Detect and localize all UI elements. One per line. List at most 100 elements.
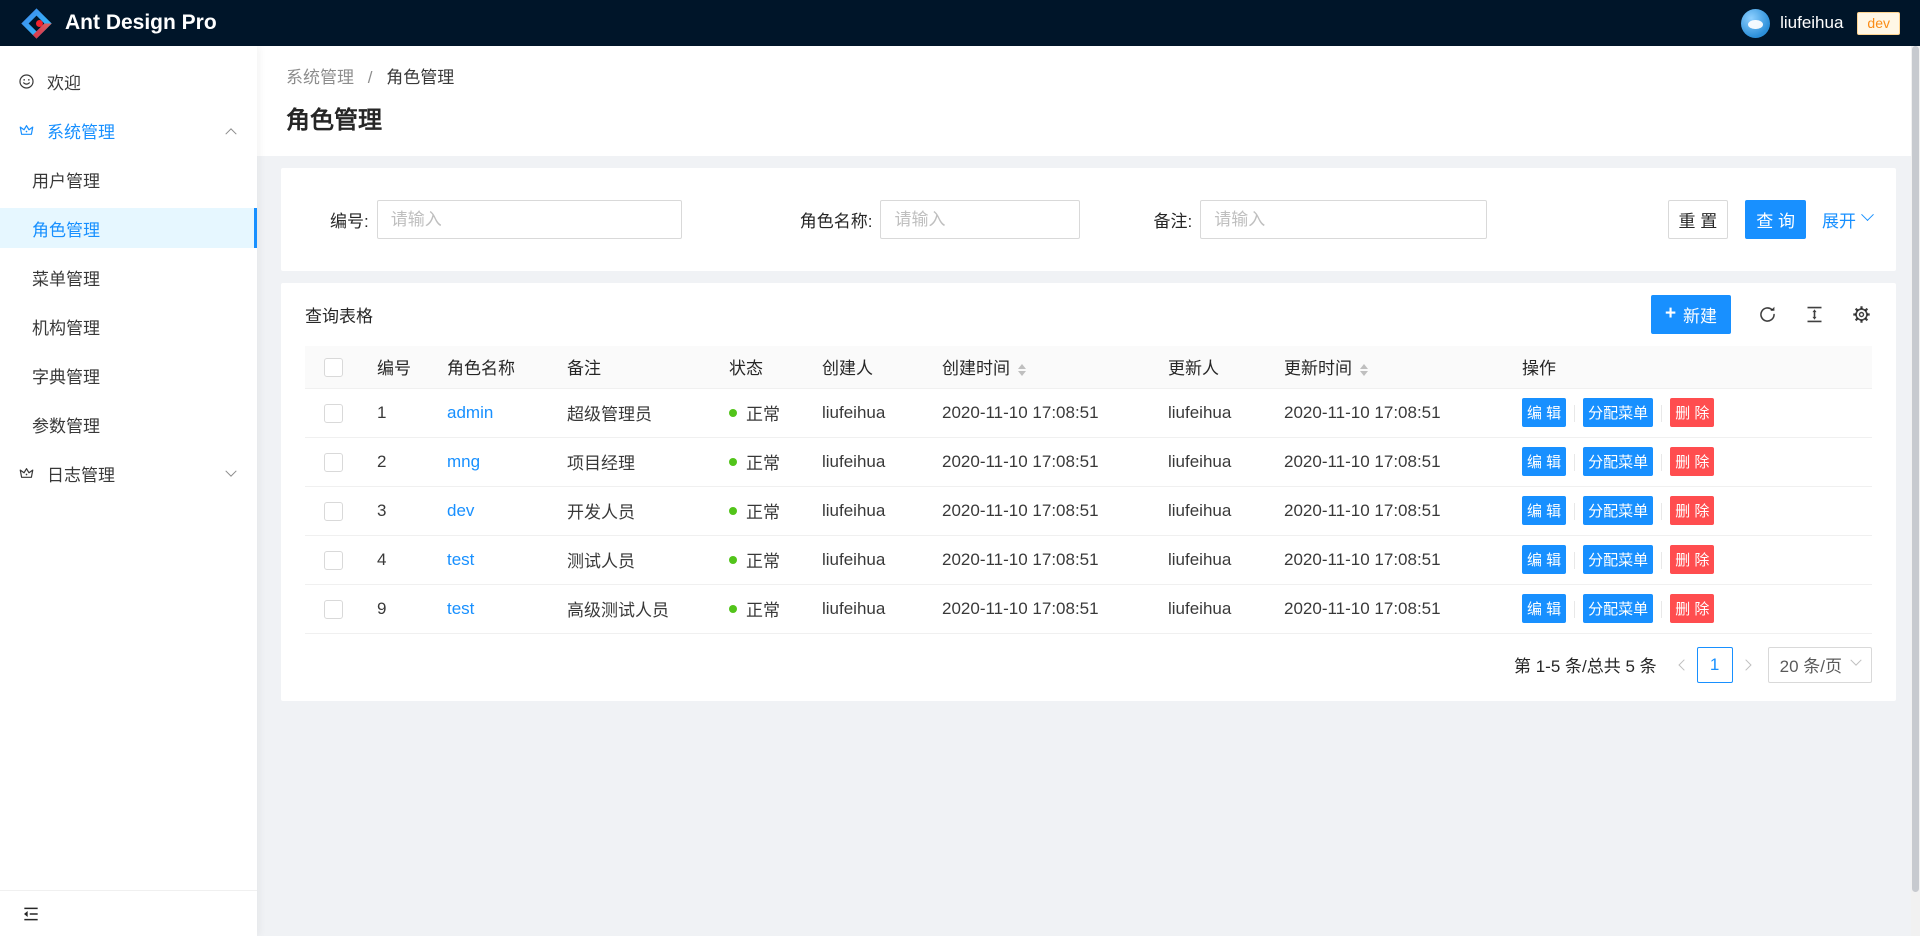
delete-button[interactable]: 删 除: [1670, 447, 1714, 476]
expand-link[interactable]: 展开: [1822, 207, 1872, 232]
edit-button[interactable]: 编 辑: [1522, 447, 1566, 476]
assign-menu-button[interactable]: 分配菜单: [1583, 545, 1653, 574]
prev-page-icon[interactable]: [1680, 661, 1688, 669]
id-input[interactable]: [377, 200, 682, 239]
role-name-link[interactable]: test: [447, 599, 474, 618]
search-field-remark: 备注:: [1153, 200, 1487, 239]
delete-button[interactable]: 删 除: [1670, 398, 1714, 427]
row-checkbox[interactable]: [324, 404, 343, 423]
edit-button[interactable]: 编 辑: [1522, 496, 1566, 525]
sidebar-item-menu-mgmt[interactable]: 菜单管理: [0, 257, 257, 297]
status-dot-icon: [729, 507, 737, 515]
cell-remark: 测试人员: [551, 535, 713, 584]
edit-button[interactable]: 编 辑: [1522, 398, 1566, 427]
sidebar-item-label: 机构管理: [32, 314, 100, 339]
assign-menu-button[interactable]: 分配菜单: [1583, 594, 1653, 623]
query-button[interactable]: 查 询: [1745, 200, 1806, 239]
settings-gear-icon[interactable]: [1851, 304, 1872, 325]
role-name-link[interactable]: mng: [447, 452, 480, 471]
logo-area[interactable]: Ant Design Pro: [20, 7, 217, 40]
top-header: Ant Design Pro liufeihua dev: [0, 0, 1920, 46]
delete-button[interactable]: 删 除: [1670, 545, 1714, 574]
cell-actions: 编 辑分配菜单删 除: [1506, 437, 1872, 486]
cell-creator: liufeihua: [806, 584, 926, 633]
breadcrumb-current: 角色管理: [386, 68, 454, 87]
page-number-button[interactable]: 1: [1697, 647, 1733, 683]
cell-remark: 开发人员: [551, 486, 713, 535]
row-checkbox[interactable]: [324, 502, 343, 521]
role-name-link[interactable]: test: [447, 550, 474, 569]
role-name-link[interactable]: admin: [447, 403, 493, 422]
role-name-input[interactable]: [880, 200, 1080, 239]
field-label: 编号:: [330, 207, 369, 232]
roles-table: 编号 角色名称 备注 状态 创建人 创建时间 更新人 更新时间 操作: [305, 346, 1872, 634]
sidebar-item-welcome[interactable]: 欢迎: [0, 61, 257, 101]
col-header-id: 编号: [361, 346, 431, 388]
reload-icon[interactable]: [1757, 304, 1778, 325]
status-badge: 正常: [729, 596, 790, 621]
user-name: liufeihua: [1780, 13, 1843, 33]
cell-creator: liufeihua: [806, 486, 926, 535]
table-row: 1 admin 超级管理员 正常 liufeihua 2020-11-10 17…: [305, 388, 1872, 437]
breadcrumb-parent[interactable]: 系统管理: [286, 68, 354, 87]
chevron-down-icon: [1861, 208, 1874, 221]
sidebar-item-dict-mgmt[interactable]: 字典管理: [0, 355, 257, 395]
col-header-role-name: 角色名称: [431, 346, 551, 388]
sidebar-item-org-mgmt[interactable]: 机构管理: [0, 306, 257, 346]
row-checkbox[interactable]: [324, 453, 343, 472]
cell-created-time: 2020-11-10 17:08:51: [926, 388, 1152, 437]
row-checkbox[interactable]: [324, 600, 343, 619]
cell-updater: liufeihua: [1152, 486, 1268, 535]
app-logo-icon: [20, 7, 53, 40]
cell-actions: 编 辑分配菜单删 除: [1506, 535, 1872, 584]
smile-icon: [18, 73, 35, 90]
edit-button[interactable]: 编 辑: [1522, 545, 1566, 574]
cell-updated-time: 2020-11-10 17:08:51: [1268, 437, 1506, 486]
field-label: 角色名称:: [800, 207, 873, 232]
sidebar-item-log-mgmt[interactable]: 日志管理: [0, 453, 257, 493]
toolbar-actions: + 新建: [1651, 295, 1872, 334]
row-checkbox[interactable]: [324, 551, 343, 570]
select-all-checkbox[interactable]: [324, 358, 343, 377]
menu-fold-icon[interactable]: [21, 904, 41, 924]
page-size-select[interactable]: 20 条/页: [1768, 647, 1872, 683]
sidebar-item-system-mgmt[interactable]: 系统管理: [0, 110, 257, 150]
table-header-row: 编号 角色名称 备注 状态 创建人 创建时间 更新人 更新时间 操作: [305, 346, 1872, 388]
next-page-icon[interactable]: [1742, 661, 1750, 669]
reset-button[interactable]: 重 置: [1668, 200, 1729, 239]
delete-button[interactable]: 删 除: [1670, 594, 1714, 623]
scrollbar[interactable]: [1911, 46, 1920, 936]
cell-updater: liufeihua: [1152, 535, 1268, 584]
sort-carets-icon[interactable]: [1018, 364, 1026, 377]
user-menu[interactable]: liufeihua dev: [1741, 9, 1900, 38]
status-dot-icon: [729, 605, 737, 613]
sidebar-item-label: 菜单管理: [32, 265, 100, 290]
col-header-created-time[interactable]: 创建时间: [926, 346, 1152, 388]
cell-id: 4: [361, 535, 431, 584]
cell-creator: liufeihua: [806, 535, 926, 584]
sidebar-item-role-mgmt[interactable]: 角色管理: [0, 208, 257, 248]
col-header-remark: 备注: [551, 346, 713, 388]
col-header-updated-time[interactable]: 更新时间: [1268, 346, 1506, 388]
remark-input[interactable]: [1200, 200, 1487, 239]
column-height-icon[interactable]: [1804, 304, 1825, 325]
cell-updater: liufeihua: [1152, 437, 1268, 486]
assign-menu-button[interactable]: 分配菜单: [1583, 447, 1653, 476]
cell-creator: liufeihua: [806, 388, 926, 437]
assign-menu-button[interactable]: 分配菜单: [1583, 398, 1653, 427]
search-field-id: 编号:: [330, 200, 682, 239]
chevron-up-icon: [227, 120, 235, 140]
sidebar-item-param-mgmt[interactable]: 参数管理: [0, 404, 257, 444]
status-badge: 正常: [729, 547, 790, 572]
sidebar-item-user-mgmt[interactable]: 用户管理: [0, 159, 257, 199]
sort-carets-icon[interactable]: [1360, 364, 1368, 377]
edit-button[interactable]: 编 辑: [1522, 594, 1566, 623]
new-button[interactable]: + 新建: [1651, 295, 1731, 334]
delete-button[interactable]: 删 除: [1670, 496, 1714, 525]
crown-icon: [18, 465, 35, 482]
cell-creator: liufeihua: [806, 437, 926, 486]
assign-menu-button[interactable]: 分配菜单: [1583, 496, 1653, 525]
role-name-link[interactable]: dev: [447, 501, 474, 520]
status-dot-icon: [729, 556, 737, 564]
status-badge: 正常: [729, 449, 790, 474]
